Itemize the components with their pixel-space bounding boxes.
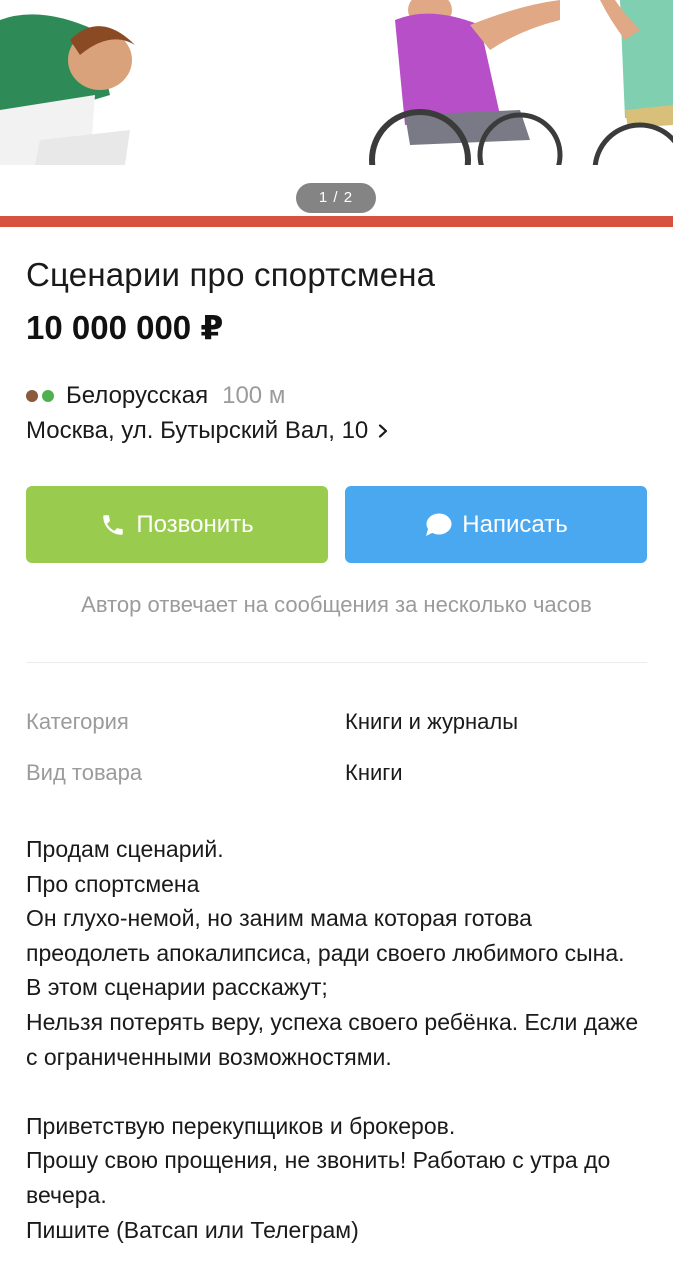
call-button[interactable]: Позвонить <box>26 486 328 563</box>
reply-time-hint: Автор отвечает на сообщения за несколько… <box>81 592 592 617</box>
gallery-divider <box>0 216 673 227</box>
param-label-type: Вид товара <box>26 760 143 785</box>
photo-gallery[interactable]: 1 / 2 <box>0 0 673 216</box>
listing-page: 1 / 2 Сценарии про спортсмена 10 000 000… <box>0 0 673 1280</box>
section-divider <box>26 662 647 663</box>
call-button-label: Позвонить <box>136 510 254 538</box>
chevron-right-icon <box>379 424 388 438</box>
metro-line-dot-green <box>42 390 54 402</box>
metro-line-dot-brown <box>26 390 38 402</box>
param-value-type: Книги <box>345 760 403 785</box>
listing-price: 10 000 000 ₽ <box>26 309 224 346</box>
address-link[interactable]: Москва, ул. Бутырский Вал, 10 <box>26 415 390 447</box>
param-label-category: Категория <box>26 709 129 734</box>
metro-station: Белорусская <box>66 382 209 409</box>
chat-bubble-icon <box>426 513 452 536</box>
metro-distance: 100 м <box>222 382 286 409</box>
message-button[interactable]: Написать <box>345 486 647 563</box>
param-value-category: Книги и журналы <box>345 709 519 734</box>
photo-counter: 1 / 2 <box>296 183 376 213</box>
phone-icon <box>103 514 124 535</box>
metro-info: Белорусская 100 м <box>26 380 285 412</box>
listing-title: Сценарии про спортсмена <box>26 256 436 293</box>
address-text: Москва, ул. Бутырский Вал, 10 <box>26 417 369 444</box>
listing-description: Продам сценарий. Про спортсмена Он глухо… <box>26 836 639 1243</box>
message-button-label: Написать <box>462 510 568 538</box>
